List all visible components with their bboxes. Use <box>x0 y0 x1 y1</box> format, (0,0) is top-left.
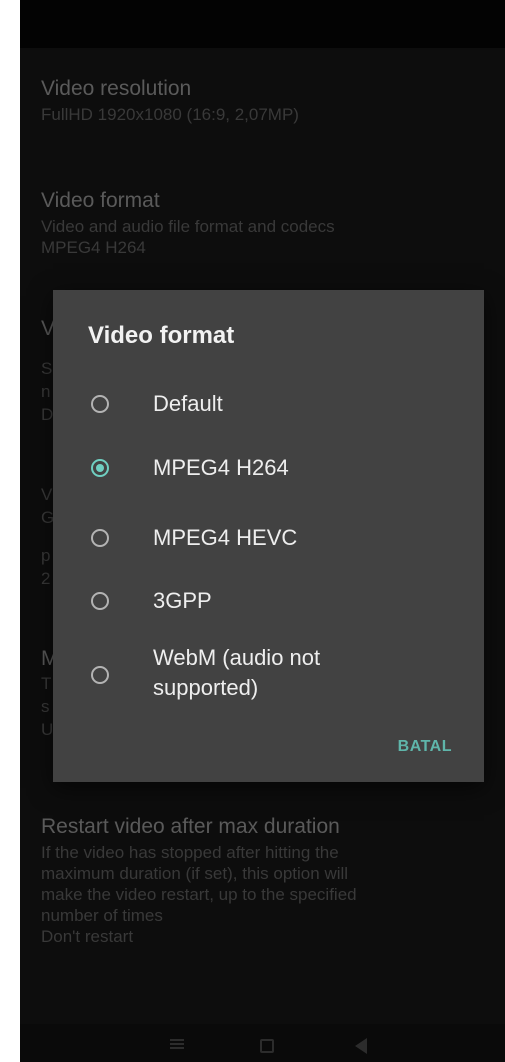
radio-unchecked-icon[interactable] <box>91 666 109 684</box>
option-label: Default <box>153 391 223 416</box>
option-label: supported) <box>153 675 259 700</box>
option-label: MPEG4 HEVC <box>153 525 298 550</box>
option-3gpp[interactable]: 3GPP <box>53 573 484 629</box>
dialog-title: Video format <box>88 322 235 349</box>
option-label: 3GPP <box>153 588 212 613</box>
radio-unchecked-icon[interactable] <box>91 529 109 547</box>
cancel-button[interactable]: BATAL <box>398 734 452 760</box>
option-mpeg4-hevc[interactable]: MPEG4 HEVC <box>53 510 484 566</box>
home-icon[interactable] <box>260 1039 274 1053</box>
radio-unchecked-icon[interactable] <box>91 592 109 610</box>
option-label: WebM (audio not <box>153 645 321 670</box>
radio-unchecked-icon[interactable] <box>91 395 109 413</box>
navigation-bar <box>20 1024 505 1062</box>
option-default[interactable]: Default <box>53 376 484 432</box>
option-webm[interactable]: WebM (audio not supported) <box>53 636 484 712</box>
option-label: MPEG4 H264 <box>153 455 289 480</box>
radio-checked-icon[interactable] <box>91 459 109 477</box>
video-format-dialog: Video format Default MPEG4 H264 MPEG4 HE… <box>53 290 484 782</box>
option-mpeg4-h264[interactable]: MPEG4 H264 <box>53 440 484 496</box>
menu-icon[interactable] <box>170 1039 184 1049</box>
phone-screen: Video resolution FullHD 1920x1080 (16:9,… <box>20 0 505 1062</box>
back-icon[interactable] <box>355 1038 367 1054</box>
